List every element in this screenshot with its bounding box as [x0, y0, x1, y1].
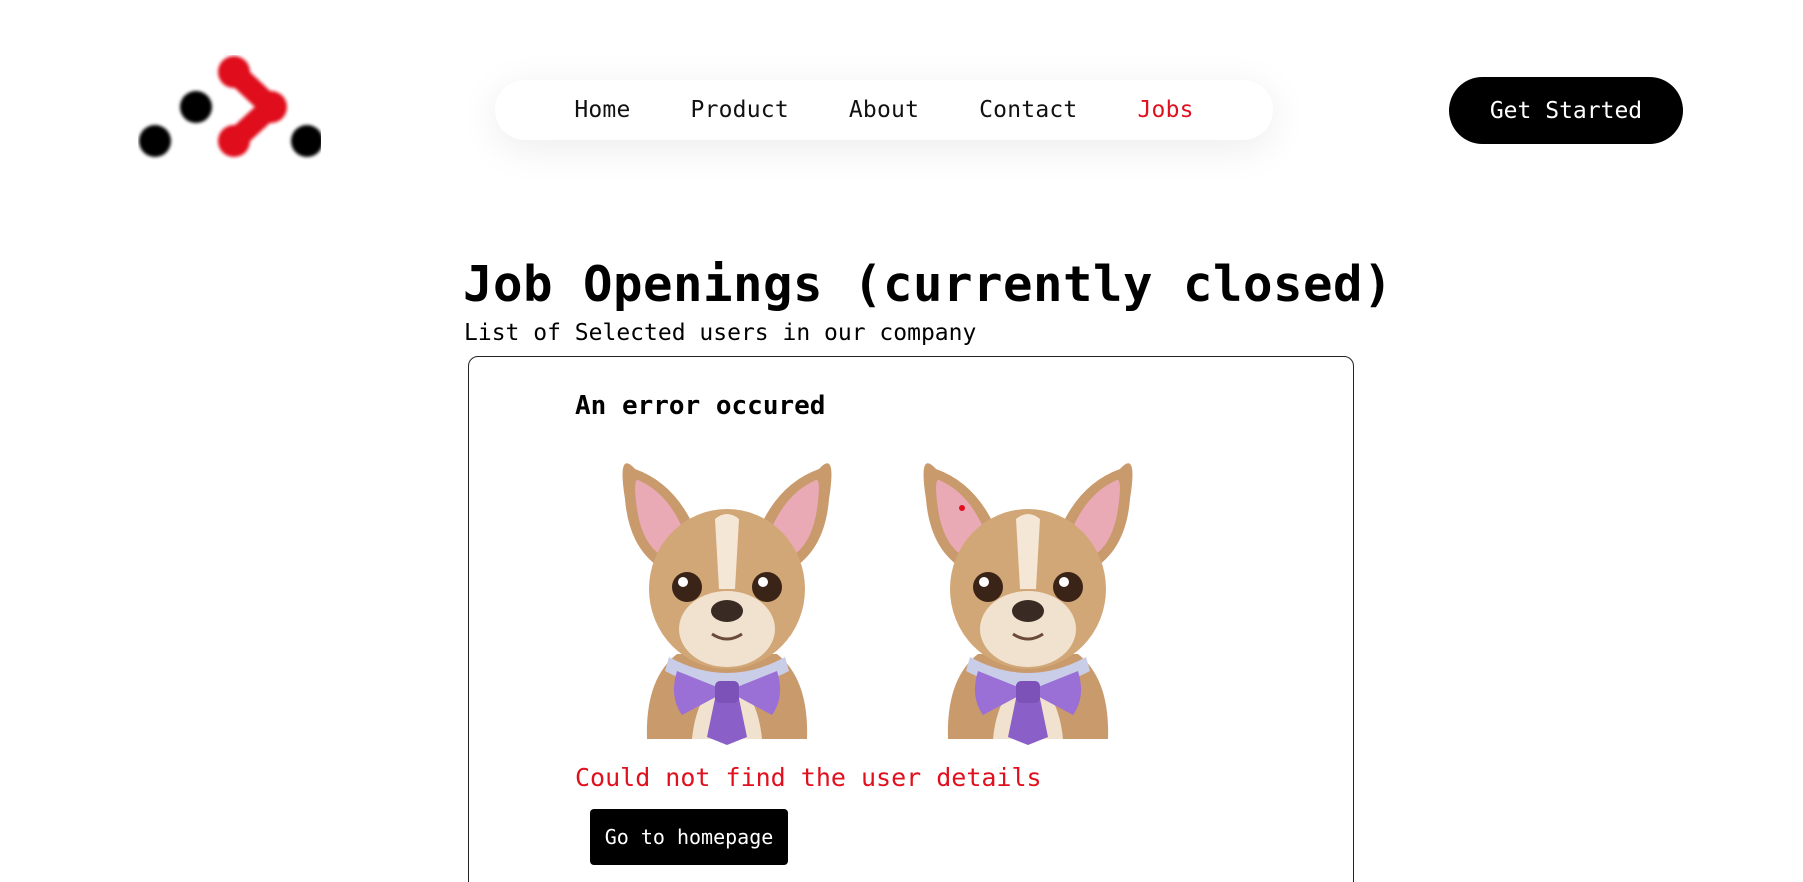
nav-contact[interactable]: Contact — [949, 97, 1107, 123]
nav-jobs[interactable]: Jobs — [1107, 97, 1223, 123]
error-title: An error occured — [575, 391, 826, 421]
cursor-dot — [959, 505, 965, 511]
error-message: Could not find the user details — [575, 763, 1042, 792]
nav-product[interactable]: Product — [661, 97, 819, 123]
brand-logo[interactable] — [138, 55, 321, 160]
page-subtitle: List of Selected users in our company — [464, 320, 977, 346]
french-bulldog-bowtie-image — [908, 439, 1148, 745]
nav-home[interactable]: Home — [544, 97, 660, 123]
page: Home Product About Contact Jobs Get Star… — [0, 0, 1803, 882]
dog-graphic — [622, 463, 832, 745]
main-nav: Home Product About Contact Jobs — [495, 80, 1273, 140]
users-card: An error occured Could not find the user… — [468, 356, 1354, 882]
get-started-button[interactable]: Get Started — [1449, 77, 1683, 144]
dog-graphic — [923, 463, 1133, 745]
logo-graphic — [139, 56, 321, 157]
go-to-homepage-button[interactable]: Go to homepage — [590, 809, 788, 865]
french-bulldog-bowtie-image — [607, 439, 847, 745]
nav-about[interactable]: About — [819, 97, 949, 123]
page-title: Job Openings (currently closed) — [463, 256, 1394, 313]
